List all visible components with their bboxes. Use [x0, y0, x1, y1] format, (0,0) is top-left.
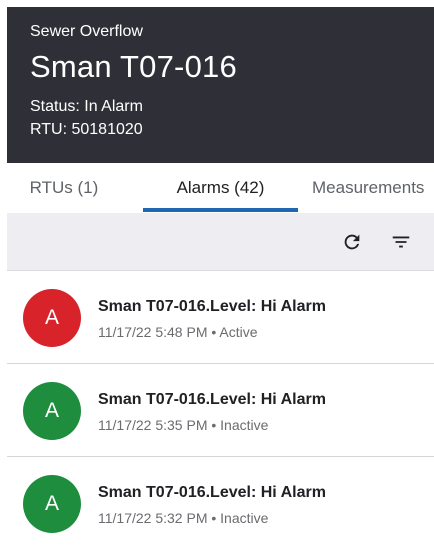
active-tab-indicator [143, 208, 298, 212]
list-toolbar [7, 213, 434, 271]
alarm-title: Sman T07-016.Level: Hi Alarm [98, 484, 326, 501]
alarm-list-item[interactable]: A Sman T07-016.Level: Hi Alarm 11/17/22 … [7, 458, 434, 546]
tab-measurements[interactable]: Measurements [312, 163, 434, 213]
status-text: Status: In Alarm [30, 98, 143, 115]
filter-button[interactable] [386, 227, 416, 257]
filter-icon [392, 236, 410, 248]
refresh-icon [344, 234, 360, 250]
site-category: Sewer Overflow [30, 23, 143, 40]
alarm-subtitle: 11/17/22 5:32 PM • Inactive [98, 510, 269, 526]
avatar: A [23, 382, 81, 440]
alarm-list-item[interactable]: A Sman T07-016.Level: Hi Alarm 11/17/22 … [7, 365, 434, 457]
alarm-title: Sman T07-016.Level: Hi Alarm [98, 391, 326, 408]
page-title: Sman T07-016 [30, 49, 237, 84]
tab-rtus[interactable]: RTUs (1) [0, 163, 128, 213]
rtu-text: RTU: 50181020 [30, 121, 143, 138]
alarm-subtitle: 11/17/22 5:35 PM • Inactive [98, 417, 269, 433]
page-header: Sewer Overflow Sman T07-016 Status: In A… [7, 7, 434, 163]
divider [7, 456, 434, 457]
alarm-subtitle: 11/17/22 5:48 PM • Active [98, 324, 258, 340]
avatar: A [23, 475, 81, 533]
tab-alarms[interactable]: Alarms (42) [143, 163, 298, 213]
avatar: A [23, 289, 81, 347]
refresh-button[interactable] [337, 227, 367, 257]
alarm-title: Sman T07-016.Level: Hi Alarm [98, 298, 326, 315]
tab-bar: RTUs (1) Alarms (42) Measurements [0, 163, 434, 213]
app-screen: Sewer Overflow Sman T07-016 Status: In A… [0, 0, 434, 546]
alarm-list-item[interactable]: A Sman T07-016.Level: Hi Alarm 11/17/22 … [7, 272, 434, 364]
divider [7, 363, 434, 364]
